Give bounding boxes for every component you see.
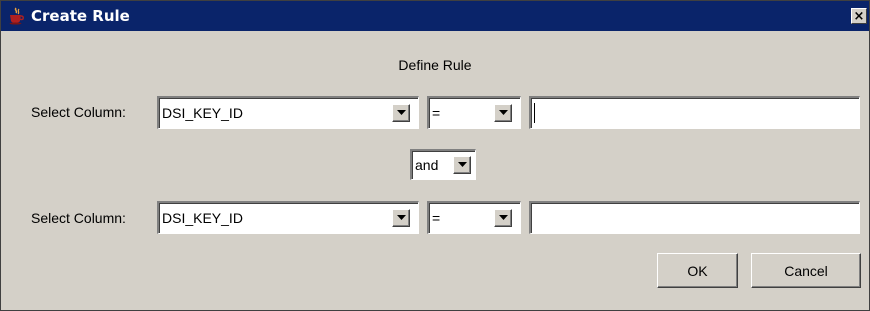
value-input-2[interactable]	[529, 201, 860, 234]
define-rule-heading: Define Rule	[398, 57, 472, 73]
close-button[interactable]: ×	[851, 8, 867, 24]
column-select-value-2: DSI_KEY_ID	[162, 210, 243, 226]
chevron-down-icon	[498, 110, 508, 115]
conjunction-select[interactable]: and	[410, 149, 476, 180]
column-select-1[interactable]: DSI_KEY_ID	[157, 96, 419, 129]
value-input-1[interactable]	[529, 96, 860, 129]
column-select-dropdown-button-1[interactable]	[392, 104, 410, 122]
column-select-value-1: DSI_KEY_ID	[162, 105, 243, 121]
cancel-button[interactable]: Cancel	[751, 253, 861, 288]
conjunction-dropdown-button[interactable]	[453, 156, 471, 174]
chevron-down-icon	[498, 215, 508, 220]
conjunction-select-value: and	[415, 157, 439, 173]
operator-select-dropdown-button-2[interactable]	[494, 209, 512, 227]
operator-select-1[interactable]: =	[427, 96, 521, 129]
operator-select-dropdown-button-1[interactable]	[494, 104, 512, 122]
close-icon: ×	[853, 8, 865, 24]
java-coffee-cup-icon	[9, 7, 24, 25]
column-select-dropdown-button-2[interactable]	[392, 209, 410, 227]
operator-select-value-2: =	[432, 210, 441, 226]
chevron-down-icon	[396, 215, 406, 220]
select-column-label-2: Select Column:	[31, 210, 126, 226]
select-column-label-1: Select Column:	[31, 104, 126, 120]
operator-select-2[interactable]: =	[427, 201, 521, 234]
chevron-down-icon	[396, 110, 406, 115]
ok-button[interactable]: OK	[657, 253, 738, 288]
chevron-down-icon	[457, 162, 467, 167]
create-rule-dialog: Create Rule × Define Rule Select Column:…	[0, 0, 870, 311]
column-select-2[interactable]: DSI_KEY_ID	[157, 201, 419, 234]
operator-select-value-1: =	[432, 105, 441, 121]
window-title: Create Rule	[31, 7, 130, 25]
title-bar[interactable]: Create Rule ×	[1, 1, 869, 31]
text-cursor	[534, 103, 535, 123]
